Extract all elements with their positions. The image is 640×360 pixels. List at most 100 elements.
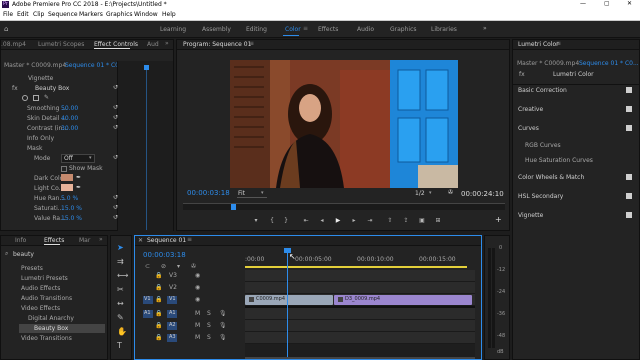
go-to-out-icon[interactable]: ⇥ [365,217,375,225]
lock-icon[interactable]: 🔒 [155,297,162,303]
type-tool-icon[interactable]: T [117,342,122,350]
add-marker-icon[interactable]: ▾ [251,217,261,225]
lumetri-enable-checkbox[interactable] [626,125,632,131]
home-icon[interactable]: ⌂ [4,26,8,33]
close-icon[interactable]: ✕ [138,238,143,244]
timeline-playhead[interactable] [287,248,288,358]
menu-window[interactable]: Window [134,12,158,18]
ec-value-smoothing[interactable]: 50.00 [61,106,78,112]
lumetri-master[interactable]: Master * C0009.mp4 [517,61,579,67]
ec-master-clip[interactable]: Master * C0009.mp4 [4,63,66,69]
program-scrub-bar[interactable] [183,203,505,210]
add-button-icon[interactable]: + [495,216,502,224]
lock-icon[interactable]: 🔒 [155,285,162,291]
lumetri-menu-icon[interactable]: ≡ [556,41,561,47]
ripple-tool-icon[interactable]: ⟷ [117,272,128,280]
track-a1[interactable] [245,308,475,320]
ec-value-saturation[interactable]: 15.0 % [61,206,82,212]
workspace-effects[interactable]: Effects [318,27,338,33]
lumetri-item-label[interactable]: Hue Saturation Curves [525,158,593,164]
hand-tool-icon[interactable]: ✋ [117,328,127,336]
tree-item-lumetri-presets[interactable]: Lumetri Presets [21,276,68,282]
eye-icon[interactable]: ◉ [195,297,200,303]
reset-icon[interactable]: ↺ [113,195,118,201]
tab-markers[interactable]: Mar [79,238,90,244]
light-color-swatch[interactable] [61,184,73,191]
program-playhead[interactable] [231,204,236,210]
eyedropper-icon[interactable]: ✒ [76,185,81,191]
effects-search-input[interactable]: beauty [13,252,34,258]
tree-item-video-transitions[interactable]: Video Transitions [21,336,72,342]
program-timecode[interactable]: 00:00:03:18 [187,190,230,197]
razor-tool-icon[interactable]: ✂ [117,286,124,294]
reset-icon[interactable]: ↺ [113,105,118,111]
lift-icon[interactable]: ⇧ [385,217,395,225]
tab-source[interactable]: .08.mp4 [1,42,26,48]
ec-beauty-box[interactable]: Beauty Box [35,86,69,92]
lumetri-enable-checkbox[interactable] [626,106,632,112]
tab-lumetri-scopes[interactable]: Lumetri Scopes [38,42,84,48]
settings-icon[interactable]: ⊞ [433,217,443,225]
tree-item-audio-effects[interactable]: Audio Effects [21,286,60,292]
timeline-clip-c0009[interactable]: C0009.mp4 [245,295,333,305]
ec-value-contrast[interactable]: 30.00 [61,126,78,132]
workspace-libraries[interactable]: Libraries [431,27,457,33]
dark-color-swatch[interactable] [61,174,73,181]
menu-help[interactable]: Help [162,12,176,18]
lumetri-tab[interactable]: Lumetri Color [518,42,559,48]
timeline-clip-d3[interactable]: D3_0009.mp4 [334,295,472,305]
workspace-overflow-icon[interactable]: » [483,26,487,32]
reset-icon[interactable]: ↺ [113,155,118,161]
go-to-in-icon[interactable]: ⇤ [301,217,311,225]
timeline-tab[interactable]: Sequence 01 [147,238,186,244]
extract-icon[interactable]: ⇪ [401,217,411,225]
show-mask-checkbox[interactable] [61,166,67,172]
menu-clip[interactable]: Clip [33,12,44,18]
workspace-color[interactable]: Color [285,27,301,33]
mute-button[interactable]: M [195,311,200,317]
timeline-scrollbar[interactable] [245,357,475,359]
reset-icon[interactable]: ↺ [113,215,118,221]
track-select-tool-icon[interactable]: ⇉ [117,258,124,266]
menu-markers[interactable]: Markers [79,12,103,18]
pen-tool-icon[interactable]: ✎ [117,314,124,322]
lumetri-section[interactable]: Lumetri Color [553,72,594,78]
lumetri-enable-checkbox[interactable] [626,193,632,199]
workspace-editing[interactable]: Editing [246,27,267,33]
reset-icon[interactable]: ↺ [113,205,118,211]
menu-graphics[interactable]: Graphics [106,12,133,18]
tree-item-beauty-box[interactable]: Beauty Box [34,326,68,332]
lock-icon[interactable]: 🔒 [155,335,162,341]
program-menu-icon[interactable]: ≡ [249,41,254,47]
play-icon[interactable]: ▶ [333,217,343,225]
menu-edit[interactable]: Edit [17,12,29,18]
ec-value-value-range[interactable]: 15.0 % [61,216,82,222]
eye-icon[interactable]: ◉ [195,273,200,279]
lumetri-item-label[interactable]: Curves [518,126,539,132]
lumetri-item-label[interactable]: HSL Secondary [518,194,563,200]
mic-icon[interactable]: 🎙 [219,311,227,317]
resolution-value[interactable]: 1/2 [415,191,425,197]
reset-icon[interactable]: ↺ [113,115,118,121]
rect-mask-icon[interactable] [33,95,39,101]
lumetri-seq[interactable]: Sequence 01 * C0... [579,61,639,67]
menu-sequence[interactable]: Sequence [48,12,78,18]
mute-button[interactable]: M [195,323,200,329]
lock-icon[interactable]: 🔒 [155,311,162,317]
panel-overflow-icon[interactable]: » [99,237,103,243]
lumetri-enable-checkbox[interactable] [626,87,632,93]
reset-icon[interactable]: ↺ [113,125,118,131]
lock-icon[interactable]: 🔒 [155,323,162,329]
timeline-menu-icon[interactable]: ≡ [187,237,192,243]
mic-icon[interactable]: 🎙 [219,335,227,341]
lock-icon[interactable]: 🔒 [155,273,162,279]
solo-button[interactable]: S [207,311,211,317]
lumetri-item-label[interactable]: Creative [518,107,543,113]
track-name[interactable]: V2 [169,285,177,291]
lumetri-enable-checkbox[interactable] [626,212,632,218]
work-area-bar[interactable] [245,266,467,268]
track-a2[interactable] [245,320,475,332]
program-tab[interactable]: Program: Sequence 01 [183,42,251,48]
lumetri-item-label[interactable]: Vignette [518,213,543,219]
lumetri-enable-checkbox[interactable] [626,174,632,180]
